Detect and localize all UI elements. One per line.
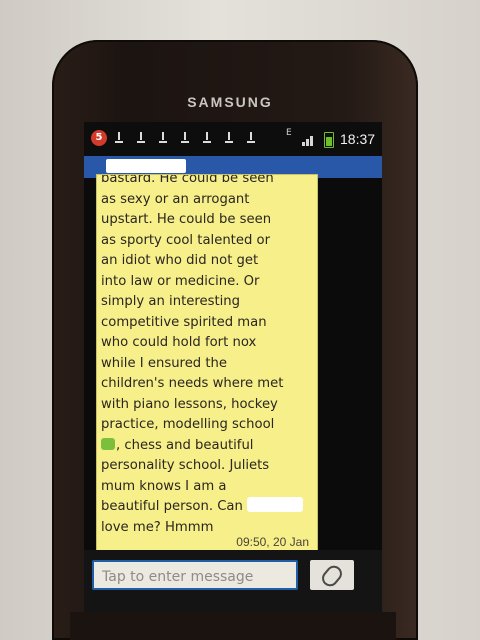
status-time: 18:37 xyxy=(340,131,376,147)
emoji-icon xyxy=(101,437,115,450)
phone-screen: 5 E 18:37 bastard. He could be seen as s… xyxy=(84,122,382,612)
phone-bottom-bezel xyxy=(70,612,396,640)
message-text-part-2: , chess and beautiful personality school… xyxy=(101,437,270,515)
download-icon[interactable] xyxy=(202,131,212,145)
attach-button[interactable] xyxy=(310,560,354,590)
download-icon[interactable] xyxy=(136,131,146,145)
message-composer: Tap to enter message xyxy=(84,550,382,612)
download-icon[interactable] xyxy=(246,131,256,145)
signal-icon xyxy=(302,134,316,146)
message-text-part-3: love me? Hmmm xyxy=(101,519,214,535)
message-text: bastard. He could be seen as sexy or an … xyxy=(101,174,311,538)
brand-logo: SAMSUNG xyxy=(187,94,273,110)
message-bubble[interactable]: bastard. He could be seen as sexy or an … xyxy=(96,174,318,554)
download-icon[interactable] xyxy=(224,131,234,145)
network-icon: E xyxy=(286,128,292,138)
message-timestamp: 09:50, 20 Jan xyxy=(236,535,309,549)
paperclip-icon xyxy=(318,562,346,590)
message-text-part-1: bastard. He could be seen as sexy or an … xyxy=(101,174,284,432)
battery-icon xyxy=(324,132,334,148)
notification-icon[interactable]: 5 xyxy=(91,130,107,146)
status-bar: 5 E 18:37 xyxy=(84,122,382,156)
redacted-name-inline xyxy=(247,497,304,512)
download-icon[interactable] xyxy=(158,131,168,145)
download-icon[interactable] xyxy=(114,131,124,145)
download-icon[interactable] xyxy=(180,131,190,145)
contact-name-redacted xyxy=(106,159,186,173)
message-input[interactable]: Tap to enter message xyxy=(92,560,298,590)
